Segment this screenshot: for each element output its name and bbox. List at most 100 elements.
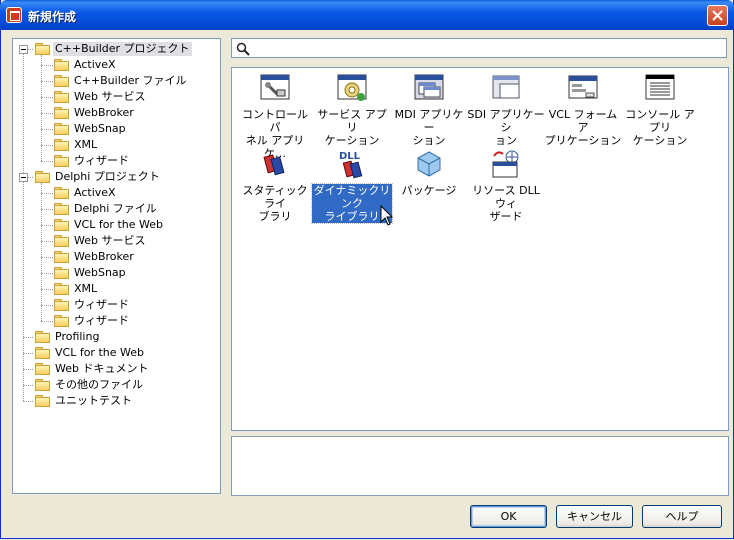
resource-dll-wizard-icon [490,148,522,180]
gallery-item[interactable]: SDI アプリケーシ ョン [466,72,546,147]
gallery-item-label: サービス アプリ ケーション [312,108,392,147]
tree-node-label: WebSnap [74,122,126,135]
tree-node-subcategory[interactable]: WebSnap [13,265,218,281]
gallery-item-label: SDI アプリケーシ ョン [466,108,546,147]
tree-node-label: Profiling [55,330,100,343]
dll-icon: DLL [336,148,368,180]
tree-node-subcategory[interactable]: XML [13,137,218,153]
mouse-cursor-icon [380,205,394,226]
tree-node-label: C++Builder プロジェクト [53,42,192,56]
item-gallery[interactable]: コントロール パネル アプリケ… サービス アプリ ケーション MDI アプリケー ショ… [231,67,729,431]
tree-node-label: ユニットテスト [55,394,132,407]
gallery-item-label-line1: SDI アプリケーシ [467,108,545,134]
search-box[interactable] [231,38,727,58]
tree-node-label: WebBroker [74,250,134,263]
tree-node-category[interactable]: その他のファイル [13,377,218,393]
tree-node-subcategory[interactable]: ウィザード [13,313,218,329]
tree-node-label: XML [74,138,98,151]
tree-node-subcategory[interactable]: ActiveX [13,185,218,201]
console-app-icon [644,72,676,104]
gallery-item[interactable]: スタティック ライ ブラリ [235,148,315,223]
folder-icon [35,171,50,183]
collapse-toggle[interactable] [19,45,28,54]
folder-icon [35,43,50,55]
tree-node-label: Web サービス [74,234,146,247]
tree-node-label: XML [74,282,98,295]
tree-node-subcategory[interactable]: WebBroker [13,105,218,121]
gallery-item-label: リソース DLL ウィ ザード [466,184,546,223]
gallery-item[interactable]: コントロール パネル アプリケ… [235,72,315,160]
tree-node-label: Web サービス [74,90,146,103]
folder-icon [54,299,69,311]
folder-icon [54,315,69,327]
folder-icon [54,235,69,247]
gallery-item[interactable]: VCL フォーム アプリケーション [543,72,623,147]
tree-node-subcategory[interactable]: Web サービス [13,89,218,105]
folder-icon [35,395,50,407]
app-icon [6,7,22,23]
gallery-item[interactable]: サービス アプリ ケーション [312,72,392,147]
folder-icon [54,251,69,263]
gallery-item-label-line1: リソース DLL ウィ [472,184,540,210]
gallery-item-label-line2: ザード [489,210,523,223]
tree-node-category[interactable]: C++Builder プロジェクト [13,41,218,57]
folder-icon [35,379,50,391]
gallery-item-label-line1: スタティック ライ [242,184,308,210]
title-bar[interactable]: 新規作成 [0,0,734,30]
folder-icon [54,107,69,119]
tree-node-label: Web ドキュメント [55,362,149,375]
gallery-item-label-line1: サービス アプリ [317,108,387,134]
gallery-item[interactable]: リソース DLL ウィ ザード [466,148,546,223]
gallery-item-label: コンソール アプリ ケーション [620,108,700,147]
folder-icon [54,139,69,151]
tree-node-subcategory[interactable]: ActiveX [13,57,218,73]
service-app-icon [336,72,368,104]
collapse-toggle[interactable] [19,173,28,182]
gallery-item[interactable]: MDI アプリケー ション [389,72,469,147]
tree-node-category[interactable]: Profiling [13,329,218,345]
folder-icon [54,267,69,279]
folder-icon [54,187,69,199]
folder-icon [54,155,69,167]
window-title: 新規作成 [28,10,77,24]
folder-icon [35,331,50,343]
tree-node-category[interactable]: ユニットテスト [13,393,218,409]
sdi-app-icon [490,72,522,104]
folder-icon [35,363,50,375]
folder-icon [35,347,50,359]
vcl-forms-app-icon [567,72,599,104]
tree-node-category[interactable]: VCL for the Web [13,345,218,361]
tree-node-label: Delphi ファイル [74,202,157,215]
tree-node-subcategory[interactable]: ウィザード [13,297,218,313]
folder-icon [54,59,69,71]
tree-node-subcategory[interactable]: Web サービス [13,233,218,249]
tree-node-subcategory[interactable]: VCL for the Web [13,217,218,233]
tree-node-subcategory[interactable]: Delphi ファイル [13,201,218,217]
folder-icon [54,75,69,87]
gallery-item[interactable]: パッケージ [389,148,469,197]
tree-node-label: VCL for the Web [74,218,163,231]
tree-node-subcategory[interactable]: WebBroker [13,249,218,265]
ok-button[interactable]: OK [470,505,547,528]
tree-node-category[interactable]: Delphi プロジェクト [13,169,218,185]
close-button[interactable] [707,5,728,26]
tree-node-category[interactable]: Web ドキュメント [13,361,218,377]
gallery-item-label-line2: プリケーション [544,134,622,147]
folder-icon [54,91,69,103]
help-button[interactable]: ヘルプ [642,505,722,528]
tree-node-label: ActiveX [74,58,116,71]
gallery-item[interactable]: コンソール アプリ ケーション [620,72,700,147]
cancel-button[interactable]: キャンセル [556,505,633,528]
tree-node-subcategory[interactable]: ウィザード [13,153,218,169]
gallery-item-label-line1: MDI アプリケー [394,108,464,134]
category-tree[interactable]: C++Builder プロジェクト ActiveX C++Builder ファイル W… [12,38,221,494]
tree-node-label: VCL for the Web [55,346,144,359]
tree-node-subcategory[interactable]: C++Builder ファイル [13,73,218,89]
gallery-item-label-line2: ブラリ [258,210,292,223]
tree-node-label: ウィザード [74,314,129,327]
tree-node-subcategory[interactable]: WebSnap [13,121,218,137]
static-library-icon [259,148,291,180]
control-panel-app-icon [259,72,291,104]
tree-node-label: Delphi プロジェクト [55,170,160,183]
tree-node-subcategory[interactable]: XML [13,281,218,297]
